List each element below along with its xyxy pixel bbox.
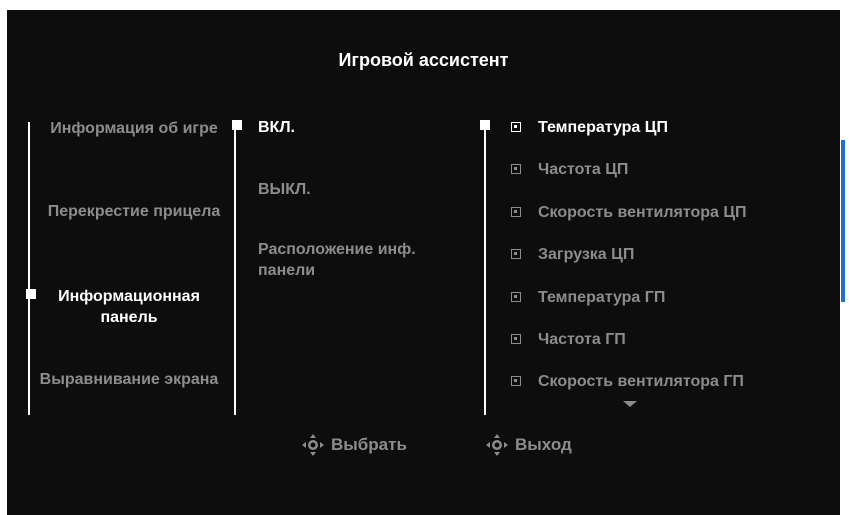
checkbox-icon: [511, 122, 521, 132]
checkbox-icon: [511, 164, 521, 174]
menu-item-screen-align[interactable]: Выравнивание экрана: [34, 369, 224, 390]
joystick-icon: [302, 434, 324, 456]
osd-panel: Игровой ассистент Информация об игре Пер…: [7, 10, 845, 515]
exit-button[interactable]: Выход: [485, 433, 572, 457]
select-label: Выбрать: [331, 435, 407, 454]
option-panel-position[interactable]: Расположение инф. панели: [258, 239, 458, 281]
checkbox-icon: [511, 207, 521, 217]
column-divider-middle: [234, 122, 236, 415]
scrollbar[interactable]: [841, 140, 845, 302]
option-on[interactable]: ВКЛ.: [258, 117, 295, 138]
exit-label: Выход: [515, 435, 572, 454]
chevron-down-icon: [623, 401, 637, 407]
menu-item-game-info[interactable]: Информация об игре: [34, 118, 234, 139]
selection-marker-check: [480, 120, 490, 130]
column-divider-right: [484, 122, 486, 415]
checkbox-icon: [511, 292, 521, 302]
selection-marker-option: [232, 120, 242, 130]
joystick-icon: [486, 434, 508, 456]
select-button[interactable]: Выбрать: [301, 433, 407, 457]
option-off[interactable]: ВЫКЛ.: [258, 179, 311, 200]
menu-item-crosshair[interactable]: Перекрестие прицела: [34, 201, 234, 222]
osd-title: Игровой ассистент: [338, 50, 509, 70]
checkbox-icon: [511, 249, 521, 259]
column-divider-left: [28, 122, 30, 415]
checkbox-icon: [511, 376, 521, 386]
checkbox-icon: [511, 334, 521, 344]
menu-item-dashboard[interactable]: Информационная панель: [34, 286, 224, 328]
